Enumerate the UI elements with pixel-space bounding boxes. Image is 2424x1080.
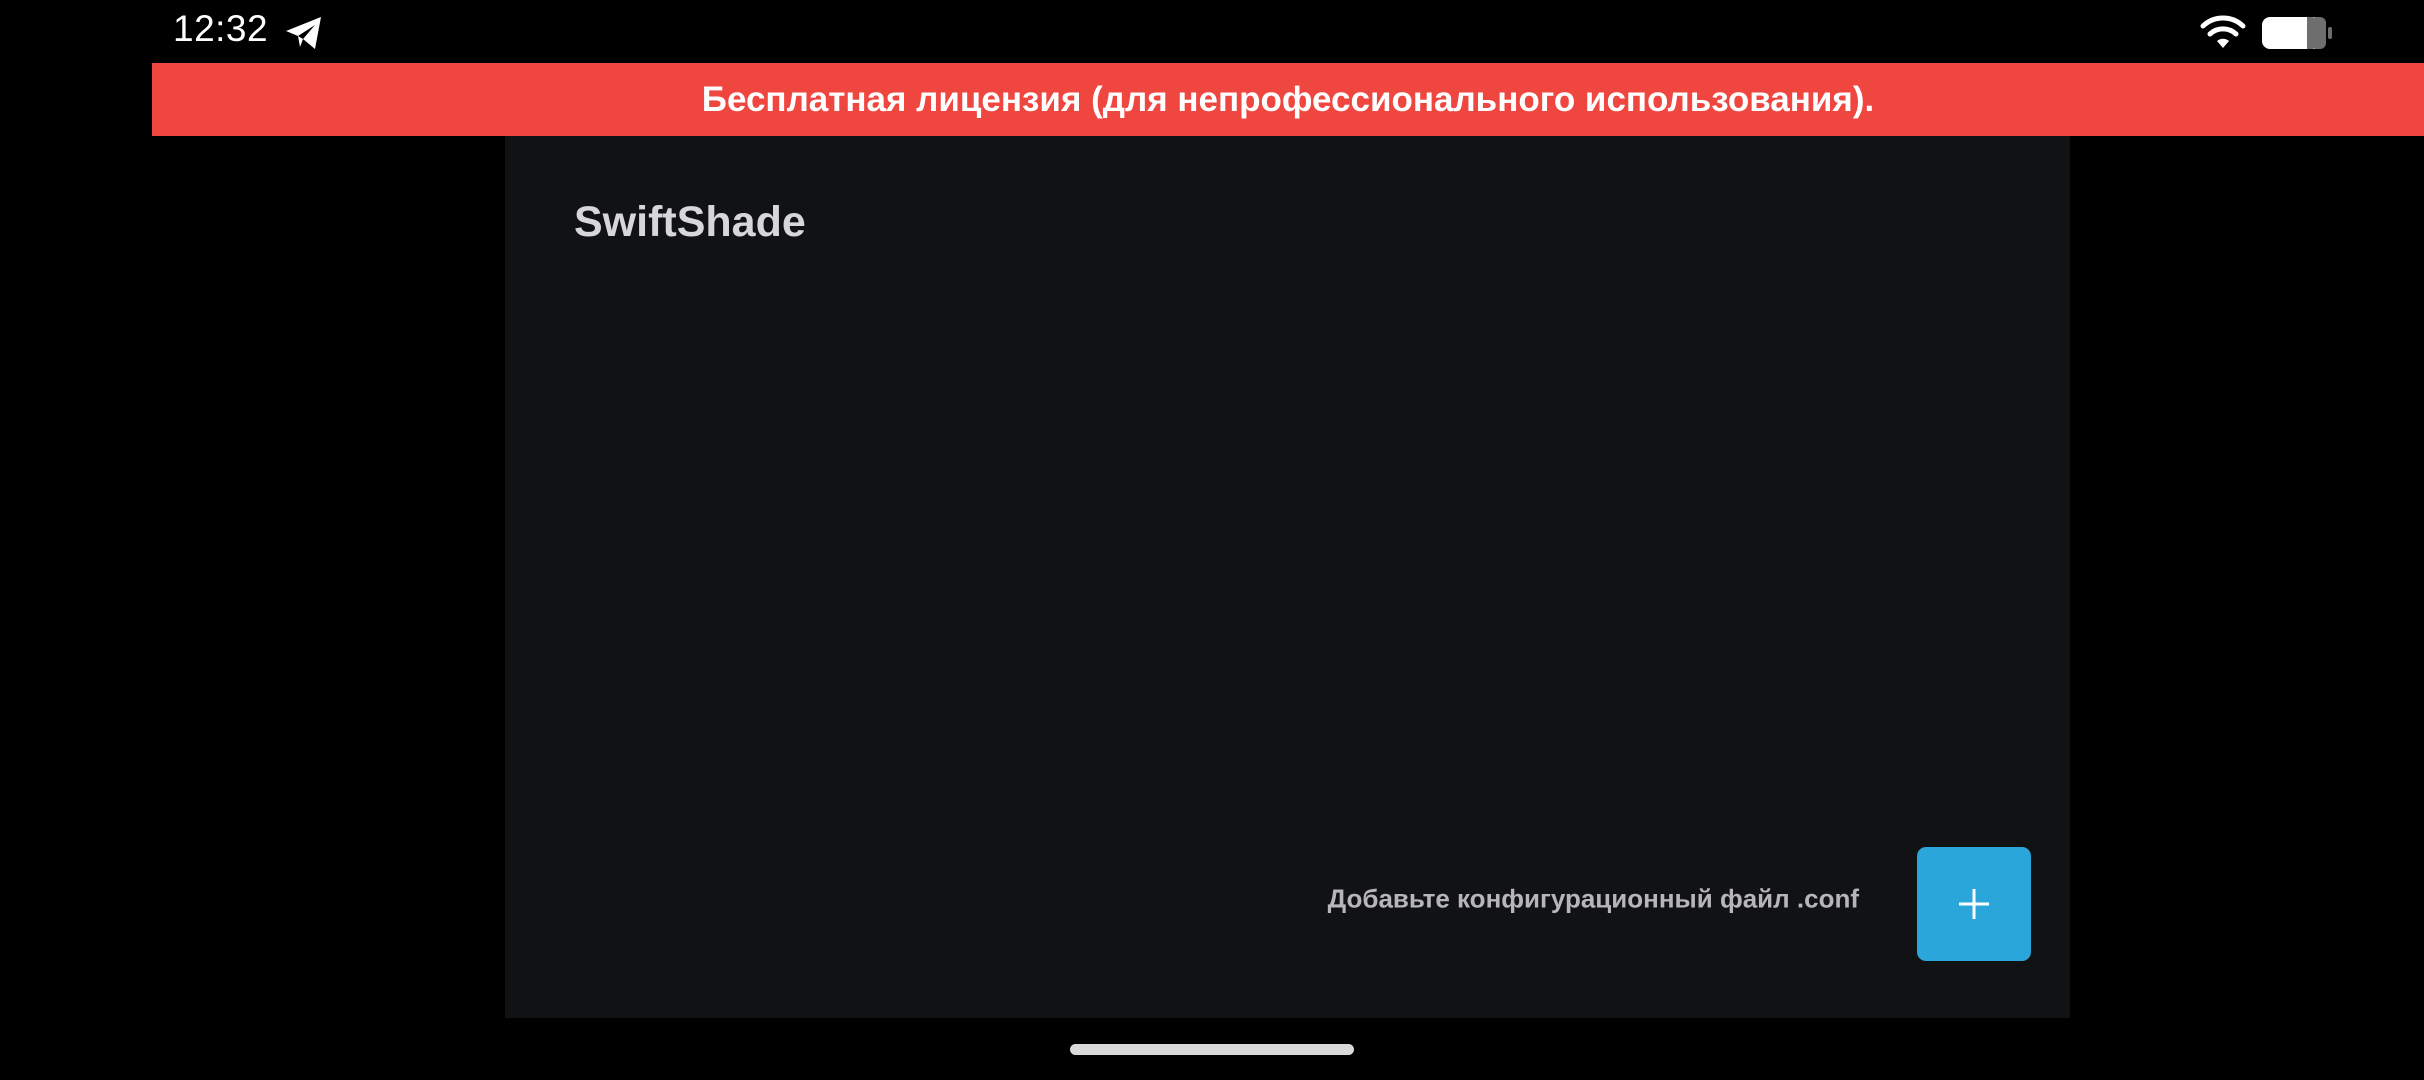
telegram-icon	[286, 17, 321, 49]
app-title: SwiftShade	[574, 198, 806, 246]
battery-icon	[2262, 17, 2332, 49]
add-config-hint: Добавьте конфигурационный файл .conf	[1327, 883, 1859, 914]
app-panel: SwiftShade Добавьте конфигурационный фай…	[505, 136, 2070, 1018]
wifi-icon	[2200, 15, 2246, 48]
add-config-button[interactable]	[1917, 847, 2031, 961]
license-banner: Бесплатная лицензия (для непрофессиональ…	[152, 63, 2424, 136]
screen: 12:32 Бесплатная лицензия (для непрофесс…	[0, 0, 2424, 1080]
status-bar: 12:32	[0, 0, 2424, 64]
status-time: 12:32	[173, 8, 269, 49]
license-text: Бесплатная лицензия (для непрофессиональ…	[701, 79, 1875, 119]
home-indicator[interactable]	[1070, 1044, 1354, 1055]
plus-icon	[1959, 889, 1989, 919]
